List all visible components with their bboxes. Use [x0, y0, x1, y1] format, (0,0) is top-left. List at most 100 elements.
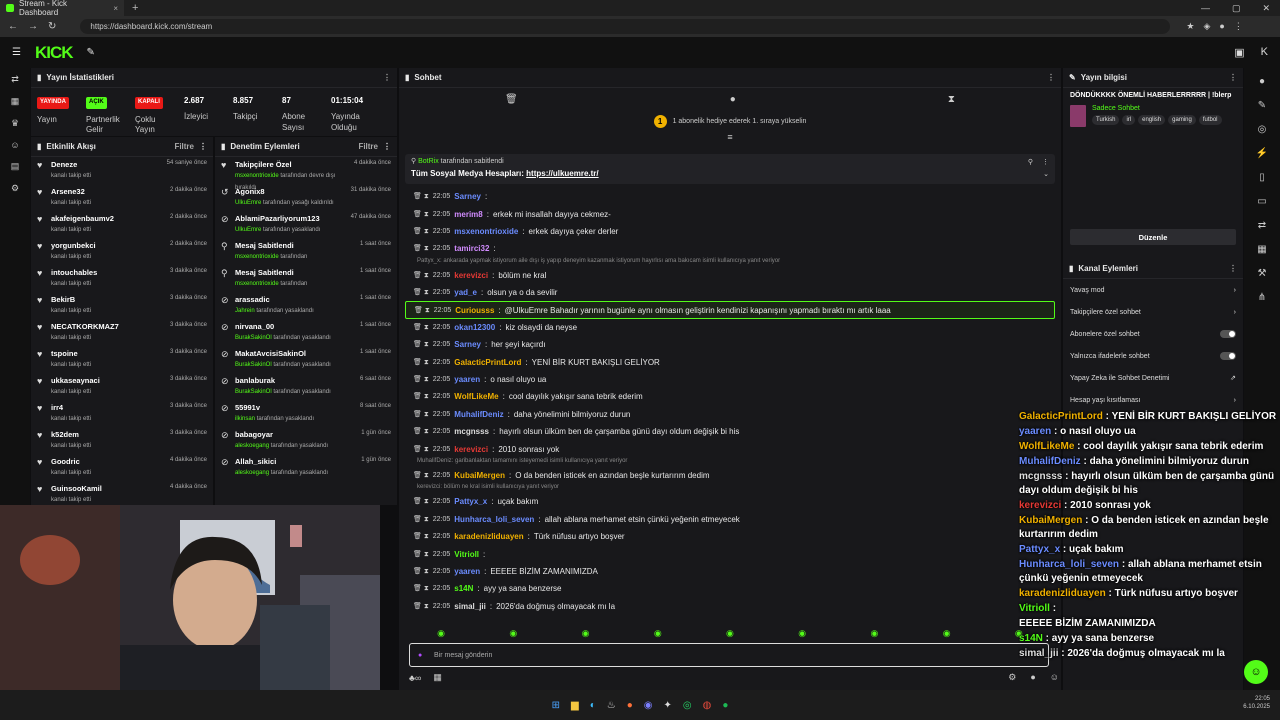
mod-actions-icon[interactable]: 🗑 ⧗	[413, 340, 429, 349]
moderation-item[interactable]: ⊘ banlaburak BurakSakinOl tarafından yasak…	[221, 373, 391, 400]
pinned-menu-icon[interactable]: ⋮	[1042, 158, 1049, 166]
mod-actions-icon[interactable]: 🗑 ⧗	[413, 567, 429, 576]
moderation-item[interactable]: ↺ Agonix8 UlkuEmre tarafından yasağı kaldı…	[221, 184, 391, 211]
emote-icon[interactable]: ◉	[582, 628, 590, 639]
activity-user[interactable]: BekirB	[51, 295, 165, 304]
settings-rail-icon[interactable]: ⚙	[11, 183, 19, 194]
chat-username[interactable]: tamirci32	[454, 244, 489, 253]
activity-item[interactable]: ♥ irr4 kanalı takip etti 3 dakika önce	[37, 400, 207, 427]
activity-item[interactable]: ♥ BekirB kanalı takip etti 3 dakika önce	[37, 292, 207, 319]
moderation-title[interactable]: arassadic	[235, 295, 355, 304]
activity-item[interactable]: ♥ GuinsooKamil kanalı takip etti 4 dakika ö…	[37, 481, 207, 508]
chat-username[interactable]: kerevizci	[454, 271, 488, 280]
activity-item[interactable]: ♥ Arsene32 kanalı takip etti 2 dakika önce	[37, 184, 207, 211]
emote-icon[interactable]: ◉	[870, 628, 878, 639]
layout-icon[interactable]: ▣	[1234, 46, 1244, 59]
calendar-icon[interactable]: ▦	[433, 672, 442, 683]
settings-icon[interactable]: ⚙	[1008, 672, 1016, 683]
edit-button[interactable]: Düzenle	[1070, 229, 1236, 245]
mod-actions-icon[interactable]: 🗑 ⧗	[414, 306, 430, 315]
kick-k-icon[interactable]: K	[1261, 46, 1268, 59]
chat-username[interactable]: WolfLikeMe	[454, 392, 498, 401]
mod-actions-icon[interactable]: 🗑 ⧗	[413, 550, 429, 559]
moderation-actor[interactable]: ilkinsan	[235, 416, 255, 422]
activity-item[interactable]: ♥ Goodric kanalı takip etti 4 dakika önce	[37, 454, 207, 481]
toggle-switch[interactable]	[1220, 330, 1236, 338]
chat-message[interactable]: 🗑 ⧗ 22:05 yad_e: olsun ya o da sevilir	[405, 284, 1055, 301]
chat-username[interactable]: GalacticPrintLord	[454, 358, 521, 367]
trash-icon[interactable]: 🗑	[505, 94, 518, 105]
mod-actions-icon[interactable]: 🗑 ⧗	[413, 532, 429, 541]
start-icon[interactable]: ⊞	[552, 700, 560, 711]
chat-username[interactable]: msxenontrioxide	[454, 227, 518, 236]
chat-menu-icon[interactable]: ⋮	[1047, 73, 1055, 82]
activity-item[interactable]: ♥ ukkaseaynaci kanalı takip etti 3 dakika ö…	[37, 373, 207, 400]
emote-icon[interactable]: ◉	[437, 628, 445, 639]
bolt-rail-icon[interactable]: ⚡	[1256, 148, 1268, 159]
kick-logo[interactable]: KICK	[35, 43, 74, 63]
moderation-title[interactable]: Allah_sikici	[235, 457, 356, 466]
gift-leaderboard[interactable]: 1 1 abonelik hediye ederek 1. sıraya yük…	[399, 110, 1061, 132]
chat-message[interactable]: 🗑 ⧗ 22:05 Sarney:	[405, 188, 1055, 205]
chat-message[interactable]: 🗑 ⧗ 22:05 Hunharca_loli_seven: allah ablana…	[405, 511, 1055, 528]
channel-action-item[interactable]: Takipçilere özel sohbet ›	[1063, 301, 1243, 323]
moderation-actor[interactable]: aleskoegang	[235, 443, 269, 449]
channel-action-item[interactable]: Hesap yaşı kısıtlaması ›	[1063, 389, 1243, 411]
moderation-title[interactable]: 55991v	[235, 403, 355, 412]
mod-actions-icon[interactable]: 🗑 ⧗	[413, 602, 429, 611]
bookmark-star-icon[interactable]: ★	[1186, 21, 1194, 32]
stream-tag[interactable]: irl	[1122, 115, 1136, 125]
firefox-icon[interactable]: ●	[627, 700, 633, 711]
points-icon[interactable]: ♣∞	[409, 673, 421, 683]
expand-icon[interactable]: ≡	[399, 132, 1061, 142]
chat-message[interactable]: 🗑 ⧗ 22:05 s14N: ayy ya sana benzerse	[405, 580, 1055, 597]
tools-icon[interactable]: ✎	[87, 47, 95, 58]
moderation-actor[interactable]: msxenontrioxide	[235, 254, 279, 260]
close-tab-icon[interactable]: ×	[113, 4, 118, 13]
moderation-actor[interactable]: msxenontrioxide	[235, 173, 279, 179]
stream-tag[interactable]: Turkish	[1092, 115, 1120, 125]
chat-message[interactable]: 🗑 ⧗ 22:05 msxenontrioxide: erkek dayıya çek…	[405, 223, 1055, 240]
edit-rail-icon[interactable]: ✎	[1258, 100, 1266, 111]
activity-user[interactable]: Goodric	[51, 457, 165, 466]
minimize-icon[interactable]: —	[1201, 3, 1210, 14]
profile-icon[interactable]: ●	[1219, 21, 1224, 32]
chat-username[interactable]: Sarney	[454, 192, 481, 201]
activity-filter[interactable]: Filtre	[174, 142, 194, 151]
moderation-actor[interactable]: UlkuEmre	[235, 200, 261, 206]
forward-icon[interactable]: →	[28, 21, 38, 32]
stream-tag[interactable]: english	[1138, 115, 1166, 125]
chat-message[interactable]: 🗑 ⧗ 22:05 KubaiMergen: O da benden isticek …	[405, 467, 1055, 484]
moderation-actor[interactable]: aleskoegang	[235, 470, 269, 476]
info-rail-icon[interactable]: ●	[1259, 76, 1265, 87]
channel-action-item[interactable]: Yalnızca ifadelerle sohbet	[1063, 345, 1243, 367]
stream-rail-icon[interactable]: ⇄	[1258, 220, 1266, 231]
activity-user[interactable]: NECATKORKMAZ7	[51, 322, 165, 331]
chat-message[interactable]: 🗑 ⧗ 22:05 Sarney: her şeyi kaçırdı	[405, 336, 1055, 353]
moderation-title[interactable]: MakatAvcisiSakinOl	[235, 349, 355, 358]
emote-icon[interactable]: ◉	[943, 628, 951, 639]
activity-item[interactable]: ♥ k52dem kanalı takip etti 3 dakika önce	[37, 427, 207, 454]
dashboard-rail-icon[interactable]: ▦	[11, 96, 20, 107]
stream-tag[interactable]: futbol	[1198, 115, 1222, 125]
back-icon[interactable]: ←	[8, 21, 18, 32]
status-badge[interactable]: YAYINDA	[37, 97, 69, 109]
channel-action-item[interactable]: Yapay Zeka ile Sohbet Denetimi ⇗	[1063, 367, 1243, 389]
channel-action-item[interactable]: Abonelere özel sohbet	[1063, 323, 1243, 345]
chat-username[interactable]: yaaren	[454, 375, 480, 384]
chat-username[interactable]: MuhalifDeniz	[454, 410, 503, 419]
chat-message[interactable]: 🗑 ⧗ 22:05 kerevizci: bölüm ne kral	[405, 267, 1055, 284]
grid-rail-icon[interactable]: ▤	[11, 161, 20, 172]
moderation-item[interactable]: ⊘ arassadic Jahrein tarafından yasaklandı 1…	[221, 292, 391, 319]
activity-item[interactable]: ♥ Deneze kanalı takip etti 54 saniye önce	[37, 157, 207, 184]
chat-bubble-icon[interactable]: ●	[730, 94, 736, 105]
trophy-rail-icon[interactable]: ♛	[11, 118, 19, 129]
moderation-title[interactable]: nirvana_00	[235, 322, 355, 331]
mod-actions-icon[interactable]: 🗑 ⧗	[413, 227, 429, 236]
chat-username[interactable]: simal_jii	[454, 602, 486, 611]
pinned-link[interactable]: https://ulkuemre.tr/	[526, 169, 598, 178]
mod-actions-icon[interactable]: 🗑 ⧗	[413, 358, 429, 367]
stats-menu-icon[interactable]: ⋮	[383, 73, 391, 82]
activity-user[interactable]: Arsene32	[51, 187, 165, 196]
emote-icon[interactable]: ◉	[654, 628, 662, 639]
